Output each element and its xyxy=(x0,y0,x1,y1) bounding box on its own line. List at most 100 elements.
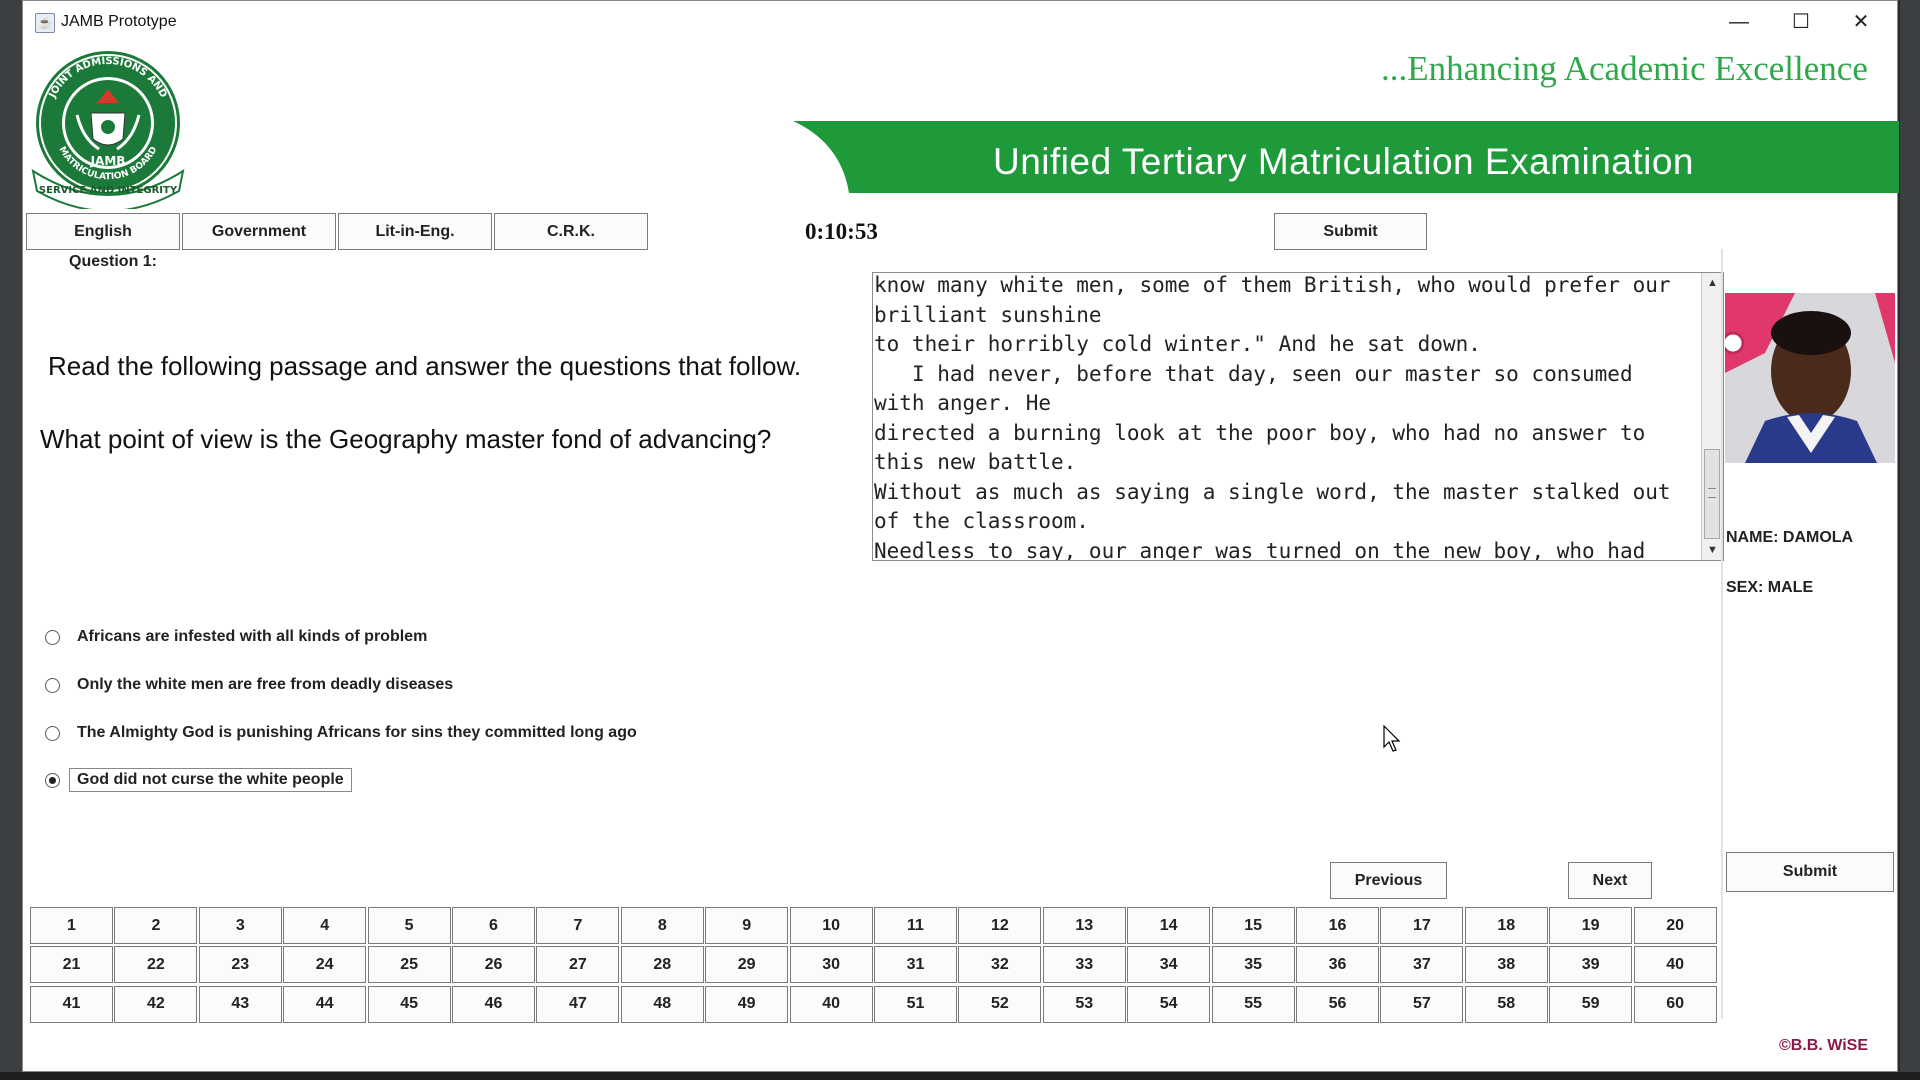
option-label[interactable]: Africans are infested with all kinds of … xyxy=(69,625,435,649)
candidate-name: NAME: DAMOLA xyxy=(1726,529,1854,546)
question-nav-button[interactable]: 1 xyxy=(30,907,113,944)
question-nav-button[interactable]: 7 xyxy=(536,907,620,944)
option-d[interactable]: God did not curse the white people xyxy=(45,766,352,794)
candidate-sex: SEX: MALE xyxy=(1726,579,1814,596)
question-nav-button[interactable]: 3 xyxy=(198,907,282,944)
question-nav-button[interactable]: 56 xyxy=(1296,985,1379,1023)
question-nav-button[interactable]: 40 xyxy=(789,985,873,1023)
app-window: ☕ JAMB Prototype — ☐ ✕ JOINT ADMISSIONS … xyxy=(22,0,1899,1072)
title-bar[interactable]: ☕ JAMB Prototype — ☐ ✕ xyxy=(23,1,1897,43)
question-nav-button[interactable]: 23 xyxy=(198,946,282,984)
question-nav-button[interactable]: 4 xyxy=(283,907,367,944)
scroll-thumb[interactable] xyxy=(1704,449,1720,539)
tab-crk[interactable]: C.R.K. xyxy=(494,213,648,250)
question-nav-button[interactable]: 13 xyxy=(1042,907,1126,944)
question-nav-button[interactable]: 15 xyxy=(1211,907,1295,944)
question-nav-button[interactable]: 14 xyxy=(1127,907,1211,944)
passage-scrollbar[interactable]: ▲ ▼ xyxy=(1701,273,1723,560)
question-nav-button[interactable]: 43 xyxy=(198,985,282,1023)
question-nav-button[interactable]: 52 xyxy=(958,985,1042,1023)
question-nav-button[interactable]: 57 xyxy=(1380,985,1464,1023)
scroll-down-arrow-icon[interactable]: ▼ xyxy=(1702,540,1723,560)
question-nav-button[interactable]: 5 xyxy=(367,907,451,944)
question-nav-button[interactable]: 22 xyxy=(114,946,198,984)
question-nav-button[interactable]: 29 xyxy=(705,946,789,984)
desktop-left-edge xyxy=(0,0,22,1080)
mouse-cursor-icon xyxy=(1383,725,1401,752)
question-nav-button[interactable]: 53 xyxy=(1042,985,1126,1023)
scroll-up-arrow-icon[interactable]: ▲ xyxy=(1702,273,1723,293)
question-nav-button[interactable]: 9 xyxy=(705,907,789,944)
banner-title: Unified Tertiary Matriculation Examinati… xyxy=(993,141,1695,182)
question-nav-button[interactable]: 11 xyxy=(874,907,957,944)
question-nav-button[interactable]: 48 xyxy=(620,985,704,1023)
question-nav-button[interactable]: 27 xyxy=(536,946,620,984)
side-submit-button[interactable]: Submit xyxy=(1726,852,1894,892)
question-nav-button[interactable]: 19 xyxy=(1549,907,1633,944)
question-nav-button[interactable]: 59 xyxy=(1549,985,1633,1023)
option-b[interactable]: Only the white men are free from deadly … xyxy=(45,671,461,699)
question-nav-button[interactable]: 51 xyxy=(874,985,957,1023)
question-nav-button[interactable]: 12 xyxy=(958,907,1042,944)
tab-lit-in-eng[interactable]: Lit-in-Eng. xyxy=(338,213,492,250)
question-nav-button[interactable]: 31 xyxy=(874,946,957,984)
option-label[interactable]: The Almighty God is punishing Africans f… xyxy=(69,721,645,745)
question-nav-button[interactable]: 26 xyxy=(452,946,535,984)
question-nav-button[interactable]: 6 xyxy=(452,907,535,944)
top-submit-button[interactable]: Submit xyxy=(1274,213,1427,250)
question-nav-button[interactable]: 24 xyxy=(283,946,367,984)
question-nav-button[interactable]: 34 xyxy=(1127,946,1211,984)
question-nav-button[interactable]: 44 xyxy=(283,985,367,1023)
radio-button[interactable] xyxy=(45,677,60,693)
question-nav-button[interactable]: 32 xyxy=(958,946,1042,984)
radio-button[interactable] xyxy=(45,629,60,645)
question-nav-button[interactable]: 36 xyxy=(1296,946,1379,984)
tab-government[interactable]: Government xyxy=(182,213,336,250)
logo-ribbon-text: SERVICE AND INTEGRITY xyxy=(39,185,178,196)
question-nav-button[interactable]: 45 xyxy=(367,985,451,1023)
close-button[interactable]: ✕ xyxy=(1833,7,1889,37)
question-nav-button[interactable]: 54 xyxy=(1127,985,1211,1023)
question-nav-button[interactable]: 18 xyxy=(1464,907,1548,944)
question-nav-button[interactable]: 30 xyxy=(789,946,873,984)
question-nav-button[interactable]: 21 xyxy=(30,946,113,984)
question-nav-button[interactable]: 47 xyxy=(536,985,620,1023)
question-nav-button[interactable]: 8 xyxy=(620,907,704,944)
question-nav-button[interactable]: 35 xyxy=(1211,946,1295,984)
question-nav-button[interactable]: 38 xyxy=(1464,946,1548,984)
option-a[interactable]: Africans are infested with all kinds of … xyxy=(45,623,435,651)
question-nav-button[interactable]: 46 xyxy=(452,985,535,1023)
question-nav-button[interactable]: 42 xyxy=(114,985,198,1023)
previous-button[interactable]: Previous xyxy=(1330,862,1447,899)
desktop-right-edge xyxy=(1900,0,1920,1080)
question-nav-button[interactable]: 10 xyxy=(789,907,873,944)
next-button[interactable]: Next xyxy=(1568,862,1652,899)
candidate-photo xyxy=(1725,293,1895,463)
question-nav-button[interactable]: 17 xyxy=(1380,907,1464,944)
question-nav-button[interactable]: 58 xyxy=(1464,985,1548,1023)
radio-button-selected[interactable] xyxy=(45,772,60,788)
question-nav-button[interactable]: 39 xyxy=(1549,946,1633,984)
minimize-button[interactable]: — xyxy=(1711,7,1767,37)
question-nav-button[interactable]: 28 xyxy=(620,946,704,984)
copyright-text: ©B.B. WiSE xyxy=(1779,1037,1868,1054)
question-nav-button[interactable]: 16 xyxy=(1296,907,1379,944)
question-nav-button[interactable]: 37 xyxy=(1380,946,1464,984)
question-nav-button[interactable]: 20 xyxy=(1633,907,1717,944)
option-label[interactable]: Only the white men are free from deadly … xyxy=(69,673,461,697)
question-nav-button[interactable]: 60 xyxy=(1633,985,1717,1023)
question-nav-button[interactable]: 25 xyxy=(367,946,451,984)
maximize-button[interactable]: ☐ xyxy=(1773,7,1829,37)
radio-button[interactable] xyxy=(45,725,60,741)
question-nav-button[interactable]: 33 xyxy=(1042,946,1126,984)
tab-english[interactable]: English xyxy=(26,213,180,250)
passage-scroll-area[interactable]: know many white men, some of them Britis… xyxy=(872,272,1724,561)
question-nav-button[interactable]: 41 xyxy=(30,985,113,1023)
option-c[interactable]: The Almighty God is punishing Africans f… xyxy=(45,719,645,747)
question-nav-button[interactable]: 40 xyxy=(1633,946,1717,984)
option-label[interactable]: God did not curse the white people xyxy=(69,768,352,792)
question-nav-button[interactable]: 49 xyxy=(705,985,789,1023)
question-nav-button[interactable]: 2 xyxy=(114,907,198,944)
question-nav-button[interactable]: 55 xyxy=(1211,985,1295,1023)
tagline: ...Enhancing Academic Excellence xyxy=(1381,49,1868,88)
